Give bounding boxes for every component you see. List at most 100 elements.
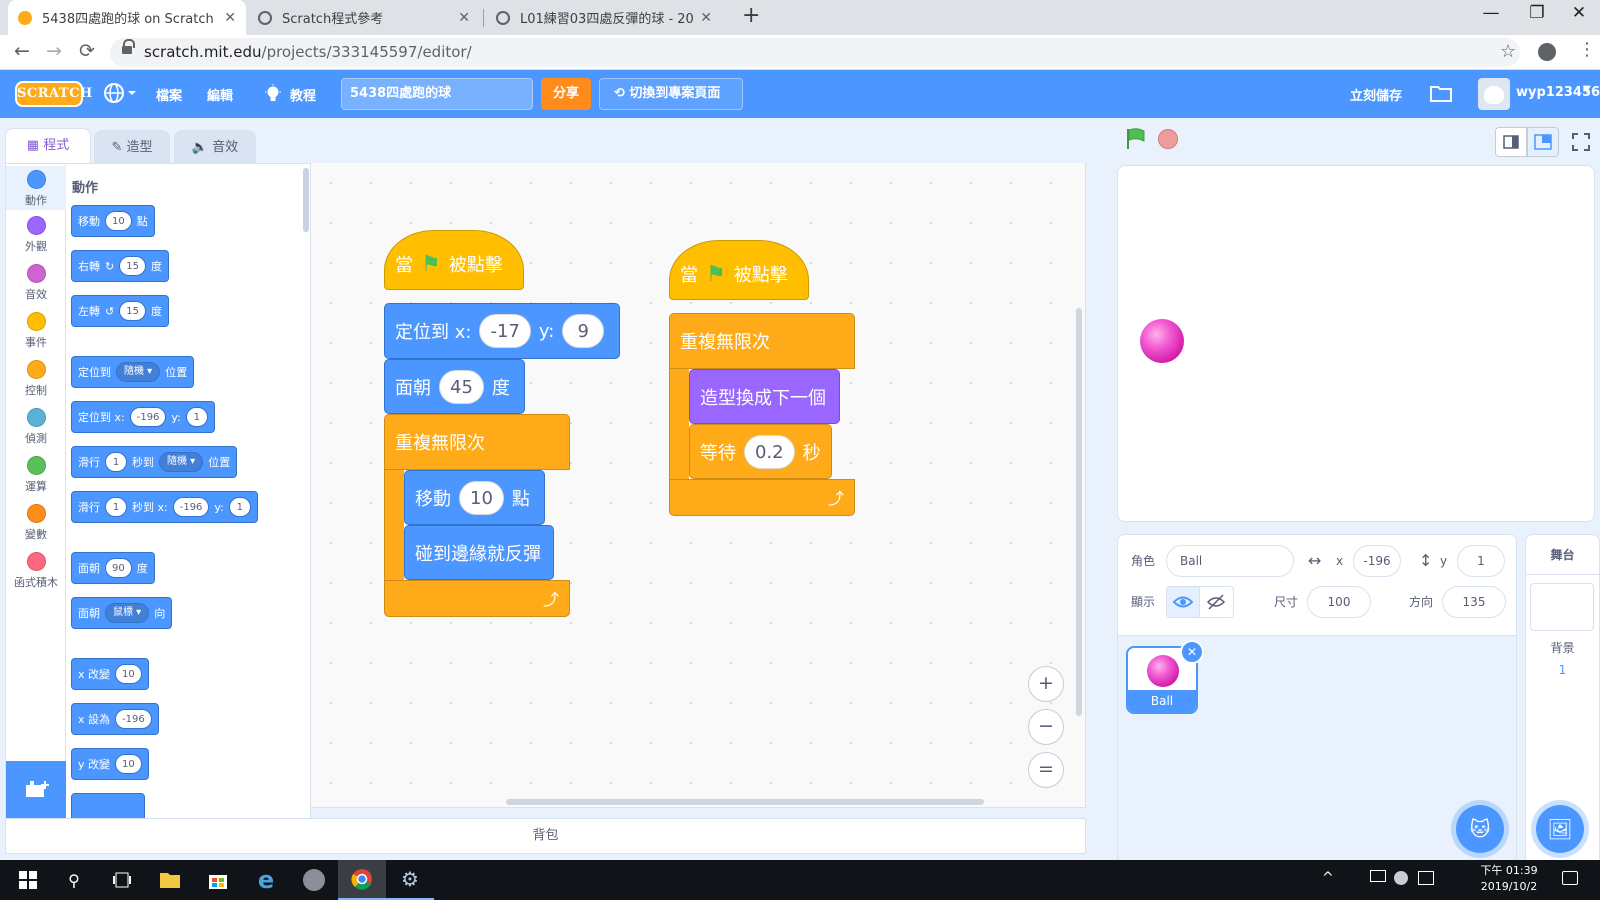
category-events[interactable]: 事件 [6,312,66,350]
chevron-up-icon[interactable]: ^ [1322,870,1334,886]
category-operators[interactable]: 運算 [6,456,66,494]
share-button[interactable]: 分享 [541,78,591,110]
add-sprite-button[interactable]: 🐱 [1456,805,1504,853]
block-point-towards[interactable]: 面朝 鼠標 ▾ 向 [71,597,173,629]
close-tab-icon[interactable]: ✕ [700,10,712,26]
size-input[interactable]: 100 [1307,586,1371,618]
internet-explorer-icon[interactable]: e [242,860,290,900]
see-project-page-button[interactable]: ⟲ 切換到專案頁面 [599,78,743,110]
y-input[interactable]: 1 [1457,545,1505,577]
block-goto[interactable]: 定位到 隨機 ▾ 位置 [71,356,195,388]
add-extension-button[interactable] [6,761,66,821]
script-workspace[interactable]: 當 ⚑ 被點擊 定位到 x: -17 y: 9 面朝 45 度 重複無限次 移動 10 點 碰到邊… [311,163,1086,808]
when-flag-clicked-block[interactable]: 當 ⚑ 被點擊 [669,240,809,300]
flyout-scrollbar[interactable] [303,168,309,232]
move-block[interactable]: 移動 10 點 [404,470,545,525]
close-window-button[interactable]: ✕ [1556,3,1600,23]
tab-costumes[interactable]: ✎ 造型 [94,130,170,163]
when-flag-clicked-block[interactable]: 當 ⚑ 被點擊 [384,230,524,290]
bookmark-star-icon[interactable]: ☆ [1500,41,1516,62]
browser-tab[interactable]: Scratch程式參考 ✕ [248,0,480,35]
reload-icon[interactable]: ⟳ [79,40,95,62]
block-glide[interactable]: 滑行 1 秒到 隨機 ▾ 位置 [71,446,238,478]
forever-block[interactable]: 重複無限次 [669,313,855,369]
block-change-x[interactable]: x 改變 10 [71,658,149,690]
fullscreen-button[interactable] [1566,127,1596,157]
tab-sounds[interactable]: 🔈 音效 [174,130,256,163]
stage-canvas[interactable] [1117,165,1595,522]
workspace-horizontal-scrollbar[interactable] [506,799,984,805]
browser-tab[interactable]: L01練習03四處反彈的球 - 2018 ✕ [486,0,722,35]
block-turn-right[interactable]: 右轉 ↻ 15 度 [71,250,169,282]
menu-dots-icon[interactable]: ⋮ [1578,39,1596,60]
url-input[interactable]: scratch.mit.edu/projects/333145597/edito… [110,38,1520,67]
block-goto-xy[interactable]: 定位到 x: -196 y: 1 [71,401,215,433]
block-point-direction[interactable]: 面朝 90 度 [71,552,155,584]
app-icon[interactable] [290,860,338,900]
file-menu[interactable]: 檔案 [156,85,182,104]
task-view-icon[interactable] [98,860,146,900]
profile-icon[interactable] [1538,43,1556,61]
zoom-in-button[interactable]: + [1028,666,1064,702]
block-move[interactable]: 移動 10 點 [71,205,155,237]
ball-sprite[interactable] [1140,319,1184,363]
workspace-vertical-scrollbar[interactable] [1076,308,1082,716]
store-icon[interactable] [194,860,242,900]
add-backdrop-button[interactable]: 🖼 [1536,805,1584,853]
direction-input[interactable]: 135 [1442,586,1506,618]
settings-gear-icon[interactable]: ⚙ [386,860,434,900]
input-method-icon[interactable] [1418,871,1434,885]
my-stuff-folder-icon[interactable] [1430,84,1452,106]
next-costume-block[interactable]: 造型換成下一個 [689,369,840,424]
back-arrow-icon[interactable]: ← [14,40,30,62]
category-looks[interactable]: 外觀 [6,216,66,254]
stage-thumbnail[interactable] [1530,583,1594,631]
x-input[interactable]: -196 [1353,545,1401,577]
language-globe-icon[interactable] [104,82,138,108]
category-motion[interactable]: 動作 [6,166,66,210]
maximize-button[interactable]: ❐ [1514,3,1560,23]
wait-block[interactable]: 等待 0.2 秒 [689,424,832,479]
bounce-on-edge-block[interactable]: 碰到邊緣就反彈 [404,525,554,580]
block-glide-xy[interactable]: 滑行 1 秒到 x: -196 y: 1 [71,491,258,523]
chevron-down-icon[interactable]: ▼ [1583,84,1591,95]
sprite-name-input[interactable]: Ball [1166,545,1294,577]
network-icon[interactable] [1370,870,1386,882]
backpack[interactable]: 背包 [5,818,1086,854]
green-flag-button[interactable] [1124,127,1148,155]
notifications-icon[interactable] [1562,871,1578,885]
search-icon[interactable]: ⚲ [50,860,98,900]
category-sound[interactable]: 音效 [6,264,66,302]
edit-menu[interactable]: 編輯 [207,85,233,104]
browser-tab-active[interactable]: 5438四處跑的球 on Scratch ✕ [8,0,246,35]
windows-start-icon[interactable] [4,860,52,900]
show-sprite-button[interactable] [1166,586,1200,618]
normal-stage-button[interactable] [1527,127,1559,157]
file-explorer-icon[interactable] [146,860,194,900]
tutorials-menu[interactable]: 教程 [290,85,316,104]
minimize-button[interactable]: — [1468,3,1514,23]
close-tab-icon[interactable]: ✕ [458,10,470,26]
stop-button[interactable] [1158,129,1178,149]
forward-arrow-icon[interactable]: → [46,40,62,62]
chrome-icon[interactable] [338,860,386,900]
goto-xy-block[interactable]: 定位到 x: -17 y: 9 [384,303,620,359]
zoom-out-button[interactable]: − [1028,709,1064,745]
save-now-button[interactable]: 立刻儲存 [1350,85,1402,104]
project-title-input[interactable]: 5438四處跑的球 [341,78,533,110]
tab-code[interactable]: ▦ 程式 [5,128,91,163]
taskbar-clock[interactable]: 下午 01:39 2019/10/2 [1474,863,1544,895]
block-turn-left[interactable]: 左轉 ↺ 15 度 [71,295,169,327]
scratch-logo[interactable]: SCRATCH [15,81,92,107]
volume-muted-icon[interactable] [1394,871,1408,885]
avatar[interactable] [1478,78,1510,110]
category-variables[interactable]: 變數 [6,504,66,542]
zoom-reset-button[interactable]: = [1028,752,1064,788]
delete-sprite-icon[interactable]: ✕ [1180,640,1204,664]
hide-sprite-button[interactable] [1200,586,1234,618]
point-direction-block[interactable]: 面朝 45 度 [384,359,525,414]
block-set-x[interactable]: x 設為 -196 [71,703,159,735]
category-my-blocks[interactable]: 函式積木 [6,552,66,590]
block-change-y[interactable]: y 改變 10 [71,748,149,780]
new-tab-button[interactable]: + [742,3,760,28]
